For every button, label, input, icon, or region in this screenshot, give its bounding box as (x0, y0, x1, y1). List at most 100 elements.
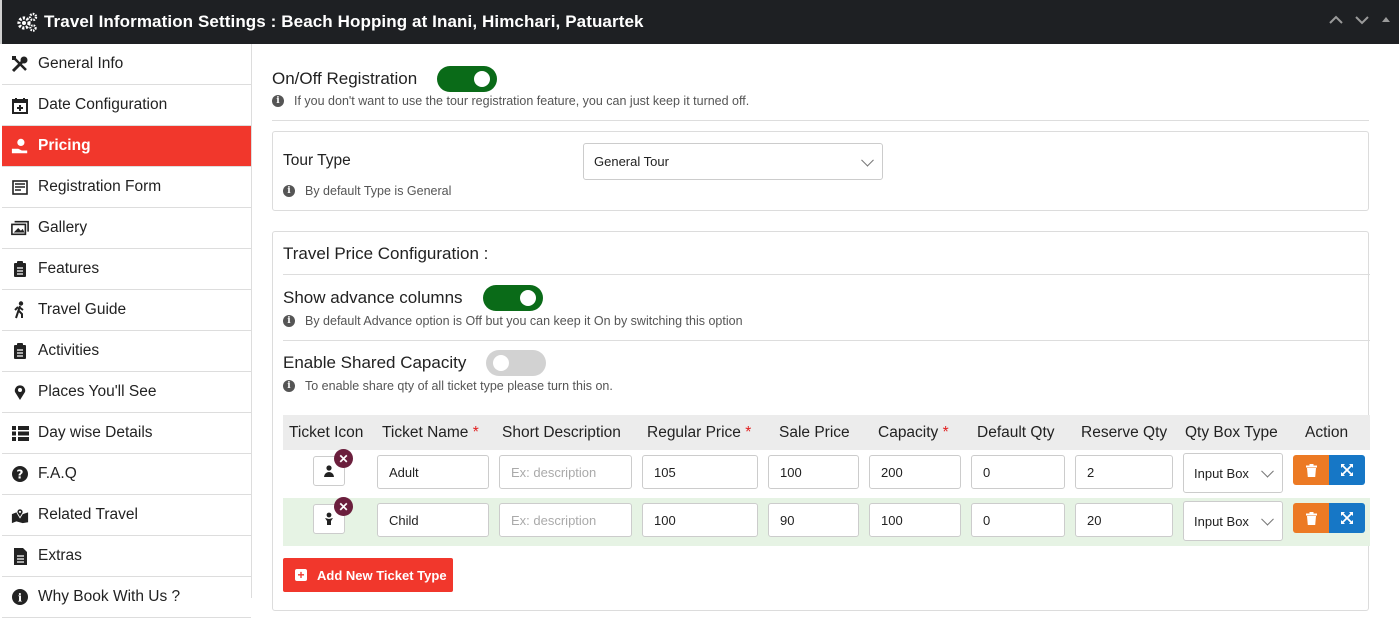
column-header: Reserve Qty (1081, 424, 1168, 441)
sidebar-item-label: Why Book With Us ? (38, 588, 181, 605)
sidebar-item-label: Registration Form (38, 178, 162, 195)
info-icon: i (283, 185, 295, 197)
collapse-icon[interactable] (1329, 12, 1343, 28)
sidebar-item-label: F.A.Q (38, 465, 77, 482)
svg-text:i: i (18, 592, 22, 605)
chevron-down-icon (1261, 464, 1274, 478)
sidebar-item-label: Date Configuration (38, 96, 168, 113)
shared-capacity-label: Enable Shared Capacity (283, 353, 467, 372)
sidebar-item-label: Features (38, 260, 100, 277)
info-circle-icon: i (11, 588, 29, 606)
advance-columns-toggle[interactable] (482, 285, 543, 311)
delete-row-button[interactable] (1293, 455, 1329, 485)
form-icon (11, 178, 29, 196)
sidebar-item-activities[interactable]: Activities (2, 331, 251, 372)
sidebar-item-label: Travel Guide (38, 301, 127, 318)
add-ticket-type-button[interactable]: + Add New Ticket Type (283, 558, 453, 592)
regular-price-input[interactable]: 105 (642, 455, 758, 489)
file-icon (11, 547, 29, 565)
capacity-input[interactable]: 200 (869, 455, 961, 489)
svg-text:?: ? (17, 468, 24, 482)
sidebar-item-label: Day wise Details (38, 424, 153, 441)
hand-money-icon (11, 137, 29, 155)
main-panel: On/Off Registration i If you don't want t… (252, 44, 1399, 611)
sidebar-item-label: Activities (38, 342, 100, 359)
page-title: Travel Information Settings : Beach Hopp… (44, 12, 644, 31)
sidebar-item-places[interactable]: Places You'll See (2, 372, 251, 413)
default-qty-input[interactable]: 0 (971, 503, 1065, 537)
shared-capacity-toggle[interactable] (486, 350, 547, 376)
sidebar-item-extras[interactable]: Extras (2, 536, 251, 577)
sidebar-item-related-travel[interactable]: Related Travel (2, 495, 251, 536)
column-header: Sale Price (779, 424, 850, 441)
move-row-button[interactable] (1329, 455, 1365, 485)
sidebar-item-label: Gallery (38, 219, 88, 236)
tour-type-label: Tour Type (283, 152, 351, 169)
qty-box-type-select[interactable]: Input Box (1183, 453, 1283, 493)
question-circle-icon: ? (11, 465, 29, 483)
remove-icon-badge[interactable]: ✕ (334, 449, 353, 468)
column-header: Default Qty (977, 424, 1055, 441)
sale-price-input[interactable]: 100 (768, 455, 859, 489)
gears-icon (16, 11, 38, 33)
sidebar-item-registration-form[interactable]: Registration Form (2, 167, 251, 208)
clipboard-icon (11, 260, 29, 278)
shared-capacity-info: i To enable share qty of all ticket type … (283, 379, 613, 393)
delete-row-button[interactable] (1293, 503, 1329, 533)
arrows-expand-icon (1341, 512, 1353, 524)
qty-box-type-select[interactable]: Input Box (1183, 501, 1283, 541)
regular-price-input[interactable]: 100 (642, 503, 758, 537)
sidebar-item-features[interactable]: Features (2, 249, 251, 290)
reserve-qty-input[interactable]: 2 (1075, 455, 1173, 489)
sidebar-item-faq[interactable]: ? F.A.Q (2, 454, 251, 495)
tour-type-info: i By default Type is General (283, 184, 451, 198)
info-icon: i (283, 315, 295, 327)
ticket-name-input[interactable]: Adult (377, 455, 489, 489)
column-header: Short Description (502, 424, 621, 441)
column-header: Ticket Icon (289, 424, 364, 441)
trash-icon (1305, 511, 1317, 525)
default-qty-input[interactable]: 0 (971, 455, 1065, 489)
chevron-down-icon (1261, 512, 1274, 526)
sidebar-item-date-configuration[interactable]: Date Configuration (2, 85, 251, 126)
hiker-icon (11, 301, 29, 319)
info-icon: i (272, 95, 284, 107)
sidebar-item-label: General Info (38, 55, 124, 72)
caret-up-icon[interactable] (1381, 12, 1391, 28)
clipboard-icon (11, 342, 29, 360)
advance-columns-info: i By default Advance option is Off but yo… (283, 314, 743, 328)
sidebar-item-gallery[interactable]: Gallery (2, 208, 251, 249)
sidebar-item-travel-guide[interactable]: Travel Guide (2, 290, 251, 331)
sidebar-item-label: Extras (38, 547, 82, 564)
registration-label: On/Off Registration (272, 69, 418, 88)
tour-type-select[interactable]: General Tour (583, 143, 883, 180)
registration-info: i If you don't want to use the tour regis… (272, 94, 749, 108)
sidebar-item-label: Pricing (38, 137, 91, 154)
sidebar-item-day-wise[interactable]: Day wise Details (2, 413, 251, 454)
sidebar-item-pricing[interactable]: Pricing (2, 126, 251, 167)
calendar-plus-icon (11, 96, 29, 114)
column-header: Regular Price * (647, 424, 752, 441)
short-description-input[interactable]: Ex: description (499, 455, 632, 489)
registration-toggle[interactable] (437, 66, 498, 92)
expand-icon[interactable] (1355, 12, 1369, 28)
map-pin-icon (11, 383, 29, 401)
chevron-down-icon (861, 153, 874, 167)
column-header: Action (1305, 424, 1349, 441)
trash-icon (1305, 463, 1317, 477)
short-description-input[interactable]: Ex: description (499, 503, 632, 537)
move-row-button[interactable] (1329, 503, 1365, 533)
settings-header: Travel Information Settings : Beach Hopp… (0, 0, 1399, 44)
sidebar-item-label: Places You'll See (38, 383, 157, 400)
ticket-name-input[interactable]: Child (377, 503, 489, 537)
tools-icon (11, 55, 29, 73)
price-config-title: Travel Price Configuration : (283, 244, 489, 263)
sale-price-input[interactable]: 90 (768, 503, 859, 537)
sidebar-item-general-info[interactable]: General Info (2, 44, 251, 85)
user-icon (324, 465, 334, 477)
capacity-input[interactable]: 100 (869, 503, 961, 537)
child-icon (325, 512, 333, 525)
reserve-qty-input[interactable]: 20 (1075, 503, 1173, 537)
map-location-icon (11, 506, 29, 524)
remove-icon-badge[interactable]: ✕ (334, 497, 353, 516)
